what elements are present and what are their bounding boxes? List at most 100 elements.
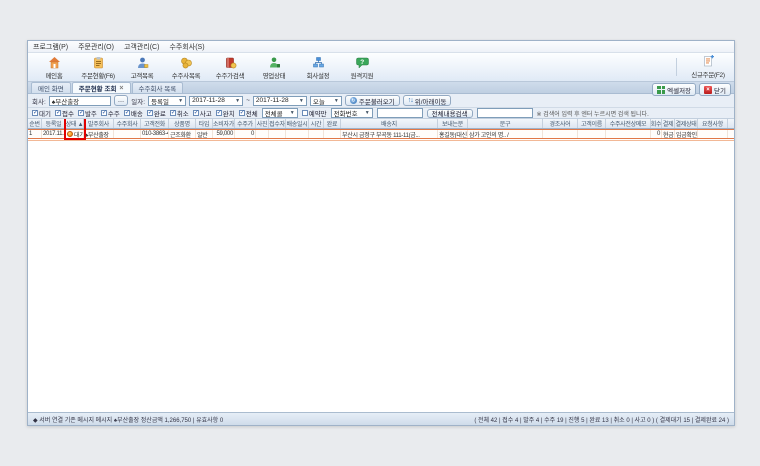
- sales-person-icon: [268, 56, 281, 69]
- checkbox-icon: ✓: [77, 110, 84, 116]
- chevron-down-icon: ▼: [298, 97, 304, 104]
- toolbar-new-order-button[interactable]: 신규주문(F2): [686, 55, 730, 79]
- date-type-select[interactable]: 등록일 ▼: [148, 95, 187, 106]
- excel-save-button[interactable]: 엑셀저장: [652, 83, 697, 96]
- status-filter-checkbox[interactable]: ✓ 대기: [32, 108, 51, 118]
- checkbox-label: 완료: [153, 111, 166, 118]
- column-header[interactable]: 배송일시: [286, 119, 309, 128]
- table-row[interactable]: 12017.11.28대기♠부산출장 010-3863-4204근조화환일반59,…: [28, 129, 734, 139]
- toolbar-customer-list-button[interactable]: 고객목록: [120, 54, 164, 81]
- menu-item[interactable]: 프로그램(P): [33, 42, 68, 52]
- column-header[interactable]: 수주가: [235, 119, 256, 128]
- menu-item[interactable]: 수주회사(S): [169, 42, 204, 52]
- status-filter-checkbox[interactable]: ✓ 완치: [215, 108, 235, 118]
- column-header[interactable]: 고객이름: [578, 119, 606, 128]
- coins-icon: [180, 56, 193, 69]
- column-header[interactable]: 시간: [309, 119, 324, 128]
- column-header[interactable]: 결제상태: [675, 119, 698, 128]
- table-cell: [269, 130, 286, 138]
- toolbar-button-label: 메인홈: [45, 72, 63, 80]
- column-header[interactable]: 상태 ▲: [66, 119, 84, 128]
- company-browse-button[interactable]: …: [113, 95, 129, 106]
- column-header[interactable]: 고객전화: [141, 119, 169, 128]
- column-header[interactable]: 접수자: [269, 119, 286, 128]
- column-header[interactable]: 타입: [196, 119, 213, 128]
- column-header[interactable]: 등록일: [42, 119, 66, 128]
- tab-order-status[interactable]: 주문현황 조회 ×: [71, 82, 131, 93]
- table-cell: 0: [651, 130, 662, 138]
- status-filter-checkbox[interactable]: ✓ 수주: [100, 108, 120, 118]
- table-cell: 부산시 금정구 부곡동 111-11(금...: [341, 130, 438, 138]
- table-cell: [606, 130, 651, 138]
- close-x-icon: ×: [704, 85, 713, 94]
- status-filter-checkbox[interactable]: ✓ 배송: [123, 108, 143, 118]
- table-cell: [698, 130, 728, 138]
- checkbox-icon: ✓: [32, 110, 39, 116]
- date-preset-select[interactable]: 오늘 ▼: [309, 95, 342, 106]
- checkbox-icon: ✓: [169, 110, 176, 116]
- column-header[interactable]: 소비자가: [213, 119, 235, 128]
- main-toolbar: 메인홈 주문현황(F6) 고객목록 수주사목록 수주가검색 영업상태 회사설정 …: [28, 53, 734, 82]
- full-text-search-input[interactable]: [476, 108, 533, 118]
- column-header[interactable]: 요청사항: [698, 119, 728, 128]
- menu-item[interactable]: 고객관리(C): [124, 42, 159, 52]
- table-cell: [578, 130, 606, 138]
- reserve-only-checkbox[interactable]: 예약만: [301, 108, 327, 118]
- toolbar-main-home-button[interactable]: 메인홈: [32, 54, 76, 81]
- column-header[interactable]: 배송지: [341, 119, 438, 128]
- up-down-arrows-icon: ↑↓: [407, 97, 414, 104]
- chevron-down-icon: ▼: [289, 110, 295, 116]
- status-filter-checkbox[interactable]: ✓ 완료: [146, 108, 166, 118]
- table-cell: 삼가 고인의 명.. /: [468, 130, 543, 138]
- status-filter-checkbox[interactable]: ✓ 사고: [192, 108, 212, 118]
- column-header[interactable]: 회수: [651, 119, 662, 128]
- search-hint-text: ※ 검색어 입력 후 엔터 누르시면 검색 됩니다.: [536, 111, 649, 118]
- new-order-icon: [702, 55, 715, 68]
- column-header[interactable]: 수주회사: [114, 119, 141, 128]
- toolbar-order-status-button[interactable]: 주문현황(F6): [76, 54, 120, 81]
- column-header[interactable]: 결제: [662, 119, 675, 128]
- company-input[interactable]: ♠부산출장: [48, 95, 111, 106]
- toolbar-supplier-list-button[interactable]: 수주사목록: [164, 54, 208, 81]
- status-filter-checkbox[interactable]: ✓ 전체: [238, 108, 258, 118]
- column-header[interactable]: 문구: [468, 119, 543, 128]
- tab-main-screen[interactable]: 메인 화면: [31, 82, 71, 93]
- phone-search-input[interactable]: [376, 108, 423, 118]
- full-text-search-button[interactable]: 전체내용검색: [426, 108, 473, 118]
- date-to-select[interactable]: 2017-11-28 ▼: [252, 95, 307, 106]
- date-from-select[interactable]: 2017-11-28 ▼: [189, 95, 244, 106]
- toolbar-company-settings-button[interactable]: 회사설정: [296, 54, 340, 81]
- phone-search-select[interactable]: 전화번호 ▼: [330, 108, 373, 118]
- column-header[interactable]: 순번: [28, 119, 42, 128]
- checkbox-label: 접수: [61, 111, 74, 118]
- call-type-select[interactable]: 전체콜 ▼: [261, 108, 298, 118]
- load-orders-button[interactable]: ↻ 주문불러오기: [344, 95, 400, 106]
- toolbar-button-label: 수주가검색: [215, 72, 245, 80]
- menu-item[interactable]: 주문관리(O): [78, 42, 114, 52]
- close-view-button[interactable]: × 닫기: [699, 83, 731, 96]
- status-filter-checkbox[interactable]: ✓ 접수: [54, 108, 74, 118]
- tab-close-icon[interactable]: ×: [119, 85, 123, 92]
- checkbox-icon: ✓: [100, 110, 107, 116]
- column-header[interactable]: 발주회사: [84, 119, 114, 128]
- table-cell: 1: [28, 130, 42, 138]
- tab-supplier-list[interactable]: 수주회사 목록: [131, 82, 184, 93]
- move-updown-button[interactable]: ↑↓ 위/아래이동: [402, 95, 452, 106]
- column-header[interactable]: 보내는분: [438, 119, 468, 128]
- status-filter-checkbox[interactable]: ✓ 발주: [77, 108, 97, 118]
- orders-grid: 순번 등록일 상태 ▲ 발주회사 수주회사 고객전화 상품명 타입 소비자가 수주가 사진 접수자 배송…: [28, 119, 734, 412]
- table-cell: 59,000: [213, 130, 235, 138]
- checkbox-icon: ✓: [54, 110, 61, 116]
- column-header[interactable]: 경조사어: [543, 119, 578, 128]
- column-header[interactable]: 상품명: [169, 119, 196, 128]
- toolbar-button-label: 주문현황(F6): [81, 72, 115, 80]
- toolbar-remote-support-button[interactable]: ? 원격지원: [340, 54, 384, 81]
- column-header[interactable]: 사진: [256, 119, 269, 128]
- column-header[interactable]: 수주사전상메모: [606, 119, 651, 128]
- toolbar-price-search-button[interactable]: 수주가검색: [208, 54, 252, 81]
- column-header[interactable]: 완료: [324, 119, 341, 128]
- toolbar-sales-state-button[interactable]: 영업상태: [252, 54, 296, 81]
- checkbox-label: 배송: [130, 111, 143, 118]
- status-filter-checkbox[interactable]: ✓ 취소: [169, 108, 189, 118]
- remote-support-icon: ?: [355, 56, 369, 69]
